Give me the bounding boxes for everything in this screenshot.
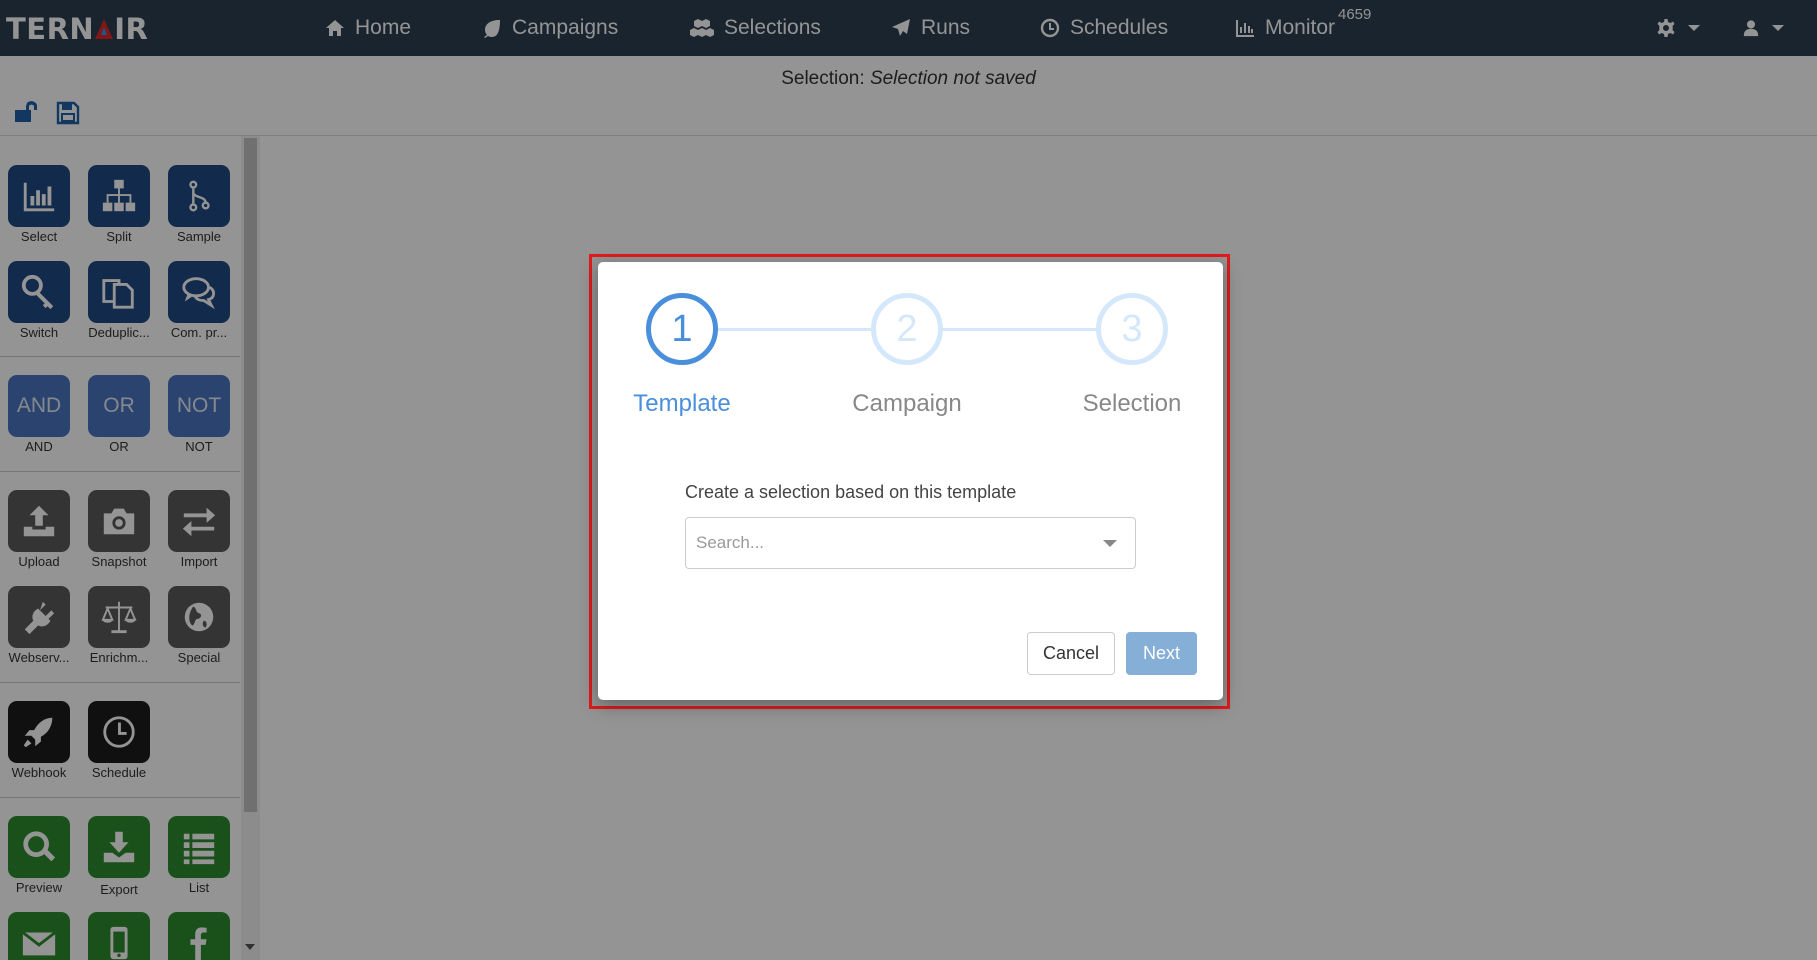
step-3-circle[interactable]: 3 (1096, 293, 1168, 365)
step-1-circle[interactable]: 1 (646, 293, 718, 365)
step-2-label: Campaign (852, 390, 962, 417)
new-selection-wizard-dialog: 1 2 3 Template Campaign Selection Create… (598, 262, 1223, 700)
template-select[interactable] (685, 517, 1136, 569)
next-button[interactable]: Next (1126, 632, 1197, 675)
template-field-label: Create a selection based on this templat… (685, 482, 1017, 502)
step-1-label: Template (633, 390, 731, 417)
caret-down-icon[interactable] (1103, 540, 1117, 547)
step-2-circle[interactable]: 2 (871, 293, 943, 365)
wizard-steps: 1 2 3 Template Campaign Selection (598, 262, 1223, 422)
cancel-button[interactable]: Cancel (1027, 632, 1115, 675)
template-search-input[interactable] (696, 530, 1076, 556)
step-3-label: Selection (1082, 390, 1182, 417)
